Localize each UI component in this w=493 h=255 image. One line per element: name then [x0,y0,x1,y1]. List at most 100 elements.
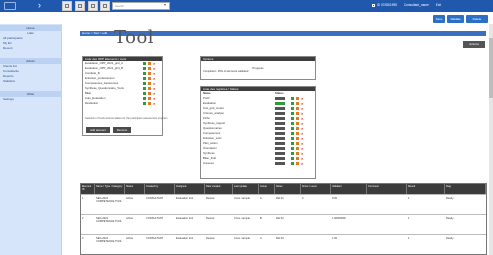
delete-icon[interactable]: × [153,82,156,86]
edit-icon[interactable] [291,102,294,105]
delete-icon[interactable]: × [301,107,304,111]
delete-icon[interactable]: × [301,137,304,141]
delete-icon[interactable]: × [301,127,304,131]
edit-icon[interactable] [291,157,294,160]
delete-icon[interactable]: × [153,77,156,81]
view-icon[interactable] [148,102,151,105]
sidebar-item-settings[interactable]: Settings [0,97,61,102]
view-icon[interactable] [296,132,299,135]
register-name[interactable]: Evaluation [203,101,216,105]
register-name[interactable]: Competences [203,131,220,135]
delete-icon[interactable]: × [301,112,304,116]
view-icon[interactable] [296,122,299,125]
register-name[interactable]: Synthese_rapport [203,121,225,125]
column-header[interactable]: Validator [331,184,367,194]
view-icon[interactable] [296,142,299,145]
view-icon[interactable] [296,112,299,115]
table-row[interactable]: 1 SEG-2021 COMPETENCE TOOL Active CONSULTAN… [81,194,486,214]
edit-icon[interactable] [143,102,146,105]
column-header[interactable]: Last update [233,184,259,194]
view-icon[interactable] [296,152,299,155]
register-name[interactable]: Criteres_analyse [203,111,224,115]
edit-icon[interactable] [291,142,294,145]
delete-icon[interactable]: × [153,67,156,71]
view-icon[interactable] [148,92,151,95]
edit-icon[interactable] [291,107,294,110]
delete-icon[interactable]: × [301,162,304,166]
delete-icon[interactable]: × [301,102,304,106]
vertical-scrollbar[interactable] [489,24,493,255]
edit-icon[interactable] [143,82,146,85]
tool-name[interactable]: Auto_Evaluation [85,96,105,100]
delete-icon[interactable]: × [301,142,304,146]
view-icon[interactable] [296,127,299,130]
edit-icon[interactable] [291,162,294,165]
tool-name[interactable]: Competences_transverses [85,81,118,85]
view-icon[interactable] [296,102,299,105]
actions-button[interactable]: Actions [463,41,485,48]
view-icon[interactable] [296,137,299,140]
tool-icon-4[interactable] [100,1,110,11]
view-icon[interactable] [296,147,299,150]
table-row[interactable]: 3 SEG-2021 COMPETENCE TOOL Active CONSULTAN… [81,234,486,254]
view-icon[interactable] [296,157,299,160]
delete-icon[interactable]: × [301,147,304,151]
column-header[interactable]: Comment [367,184,407,194]
view-icon[interactable] [296,97,299,100]
tool-icon-1[interactable] [62,1,72,11]
view-icon[interactable] [148,97,151,100]
edit-icon[interactable] [291,147,294,150]
column-header[interactable]: Status [125,184,145,194]
validate-button[interactable]: Validate [447,15,464,23]
edit-icon[interactable] [291,152,294,155]
delete-icon[interactable]: × [153,97,156,101]
edit-icon[interactable] [143,67,146,70]
delete-icon[interactable]: × [301,122,304,126]
edit-icon[interactable] [143,72,146,75]
view-icon[interactable] [148,67,151,70]
register-name[interactable]: Bilan_final [203,156,216,160]
column-header[interactable]: Flag [445,184,486,194]
view-icon[interactable] [148,87,151,90]
save-button[interactable]: Save [433,15,445,23]
edit-icon[interactable] [143,92,146,95]
column-header[interactable]: Date created [205,184,233,194]
tool-icon-2[interactable] [75,1,85,11]
edit-icon[interactable] [143,97,146,100]
delete-icon[interactable]: × [301,97,304,101]
view-icon[interactable] [296,162,299,165]
delete-icon[interactable]: × [301,152,304,156]
tool-name[interactable]: Synthese_Questionnaire_Tools [85,86,124,90]
tool-name[interactable]: Restitution [85,101,98,105]
register-name[interactable]: Fiche [203,116,210,120]
edit-icon[interactable] [291,97,294,100]
edit-icon[interactable] [143,87,146,90]
scrollbar-thumb[interactable] [489,38,493,98]
register-row[interactable]: Annexes × [201,161,315,166]
delete-icon[interactable]: × [301,132,304,136]
edit-icon[interactable] [291,137,294,140]
register-name[interactable]: Test_grid_model [203,106,224,110]
column-header[interactable]: Element ID [81,184,95,194]
add-element-button[interactable]: Add element [86,127,110,133]
register-name[interactable]: Orientation [203,146,217,150]
delete-icon[interactable]: × [153,92,156,96]
tool-name[interactable]: Evaluation_OPP_2021_grid_A [85,61,123,65]
edit-icon[interactable] [291,117,294,120]
register-name[interactable]: Questionnaires [203,126,222,130]
tool-name[interactable]: Conduite_fit [85,71,100,75]
app-logo-icon[interactable] [4,2,16,10]
tool-name[interactable]: Entretien_professionnel [85,76,114,80]
tool-name[interactable]: Bilan [85,91,91,95]
column-header[interactable]: Notes [275,184,301,194]
view-icon[interactable] [148,72,151,75]
view-icon[interactable] [296,117,299,120]
column-header[interactable]: Created by [145,184,175,194]
table-row[interactable]: 2 SEG-2021 COMPETENCE TOOL Active CONSULTAN… [81,214,486,234]
view-icon[interactable] [148,62,151,65]
exit-link[interactable]: Exit [436,3,441,7]
column-header[interactable]: Group [259,184,275,194]
tool-name[interactable]: Evaluation_OPP_2021_grid_B [85,66,123,70]
column-header[interactable]: Result [407,184,445,194]
remove-button[interactable]: Remove [113,127,131,133]
